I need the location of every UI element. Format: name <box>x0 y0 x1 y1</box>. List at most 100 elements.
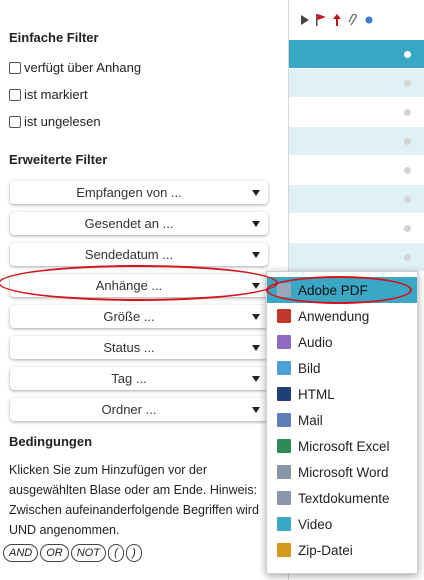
caret-down-icon <box>252 190 260 196</box>
table-row[interactable] <box>289 156 424 185</box>
read-status-dot-icon[interactable] <box>404 109 411 116</box>
pdf-document-icon <box>277 283 291 297</box>
table-row[interactable] <box>289 69 424 98</box>
read-status-dot-icon[interactable] <box>404 167 411 174</box>
operator-and-button[interactable]: AND <box>3 544 39 562</box>
table-row[interactable] <box>289 127 424 156</box>
video-icon <box>277 517 291 531</box>
advanced-filters-heading: Erweiterte Filter <box>9 152 108 167</box>
menu-item[interactable]: Microsoft Word <box>267 459 417 485</box>
html-code-icon <box>277 387 291 401</box>
attachment-type-menu: Adobe PDF Anwendung Audio Bild HTML Mail Micro… <box>266 271 418 574</box>
read-status-dot-icon[interactable] <box>404 80 411 87</box>
dropdown-tag[interactable]: Tag ... <box>10 367 268 390</box>
caret-down-icon <box>252 252 260 258</box>
table-row[interactable] <box>289 40 424 69</box>
caret-down-icon <box>252 345 260 351</box>
dropdown-label: Anhänge ... <box>95 278 163 293</box>
caret-down-icon <box>252 314 260 320</box>
menu-item-label: Microsoft Excel <box>298 438 390 454</box>
dropdown-status[interactable]: Status ... <box>10 336 268 359</box>
dropdown-label: Tag ... <box>111 371 147 386</box>
text-document-icon <box>277 491 291 505</box>
menu-item-label: Textdokumente <box>298 490 390 506</box>
dropdown-sent-to[interactable]: Gesendet an ... <box>10 212 268 235</box>
dropdown-label: Empfangen von ... <box>76 185 182 200</box>
table-row[interactable] <box>289 214 424 243</box>
dropdown-label: Status ... <box>103 340 155 355</box>
flag-icon[interactable] <box>316 14 326 26</box>
checkbox-label: ist markiert <box>24 87 88 102</box>
caret-down-icon <box>252 376 260 382</box>
menu-item[interactable]: HTML <box>267 381 417 407</box>
caret-down-icon <box>252 221 260 227</box>
operator-not-button[interactable]: NOT <box>70 544 106 562</box>
menu-item[interactable]: Video <box>267 511 417 537</box>
dropdown-attachments[interactable]: Anhänge ... <box>10 274 268 297</box>
application-gear-icon <box>277 309 291 323</box>
conditions-heading: Bedingungen <box>9 434 93 449</box>
checkbox-box[interactable] <box>9 88 21 101</box>
caret-down-icon <box>252 283 260 289</box>
priority-arrow-icon[interactable] <box>332 14 342 26</box>
read-status-dot-icon[interactable] <box>404 254 411 261</box>
audio-note-icon <box>277 335 291 349</box>
menu-item[interactable]: Textdokumente <box>267 485 417 511</box>
checkbox-box[interactable] <box>9 61 21 74</box>
image-icon <box>277 361 291 375</box>
expand-arrow-icon[interactable] <box>300 14 310 26</box>
checkbox-has-attachment[interactable]: verfügt über Anhang <box>9 60 141 75</box>
menu-item-label: HTML <box>298 386 335 402</box>
table-row[interactable] <box>289 98 424 127</box>
attachment-clip-icon[interactable] <box>348 14 358 26</box>
menu-item-label: Microsoft Word <box>298 464 389 480</box>
excel-sheet-icon <box>277 439 291 453</box>
mail-list-header <box>289 0 424 40</box>
mail-rows <box>289 40 424 301</box>
menu-item[interactable]: Bild <box>267 355 417 381</box>
menu-item[interactable]: Zip-Datei <box>267 537 417 563</box>
filter-panel: Einfache Filter verfügt über Anhang ist … <box>0 0 282 580</box>
caret-down-icon <box>252 407 260 413</box>
dropdown-label: Gesendet an ... <box>84 216 174 231</box>
read-status-dot-icon[interactable] <box>404 225 411 232</box>
dropdown-size[interactable]: Größe ... <box>10 305 268 328</box>
menu-item-label: Video <box>298 516 333 532</box>
dropdown-received-from[interactable]: Empfangen von ... <box>10 181 268 204</box>
read-status-dot-icon[interactable] <box>404 138 411 145</box>
zip-archive-icon <box>277 543 291 557</box>
menu-item-label: Zip-Datei <box>298 542 353 558</box>
dropdown-label: Sendedatum ... <box>84 247 174 262</box>
menu-item[interactable]: Microsoft Excel <box>267 433 417 459</box>
checkbox-is-flagged[interactable]: ist markiert <box>9 87 88 102</box>
read-status-dot-icon[interactable] <box>404 196 411 203</box>
dropdown-label: Ordner ... <box>101 402 157 417</box>
menu-item-label: Bild <box>298 360 321 376</box>
checkbox-label: verfügt über Anhang <box>24 60 142 75</box>
operator-or-button[interactable]: OR <box>40 544 69 562</box>
menu-item[interactable]: Adobe PDF <box>267 277 417 303</box>
close-paren-button[interactable]: ) <box>125 544 142 562</box>
open-paren-button[interactable]: ( <box>107 544 124 562</box>
checkbox-label: ist ungelesen <box>24 114 101 129</box>
dropdown-folder[interactable]: Ordner ... <box>10 398 268 421</box>
read-status-dot-icon[interactable] <box>364 14 374 26</box>
table-row[interactable] <box>289 243 424 272</box>
read-status-dot-icon[interactable] <box>404 51 411 58</box>
menu-item[interactable]: Anwendung <box>267 303 417 329</box>
menu-item[interactable]: Audio <box>267 329 417 355</box>
simple-filters-heading: Einfache Filter <box>9 30 99 45</box>
dropdown-label: Größe ... <box>103 309 155 324</box>
checkbox-box[interactable] <box>9 115 21 128</box>
menu-item-label: Adobe PDF <box>298 282 368 298</box>
checkbox-is-unread[interactable]: ist ungelesen <box>9 114 101 129</box>
word-document-icon <box>277 465 291 479</box>
menu-item-label: Audio <box>298 334 333 350</box>
menu-item-label: Anwendung <box>298 308 370 324</box>
menu-item[interactable]: Mail <box>267 407 417 433</box>
menu-item-label: Mail <box>298 412 323 428</box>
operator-bar: AND OR NOT ( ) <box>3 544 142 562</box>
table-row[interactable] <box>289 185 424 214</box>
conditions-hint: Klicken Sie zum Hinzufügen vor der ausge… <box>9 463 259 537</box>
dropdown-send-date[interactable]: Sendedatum ... <box>10 243 268 266</box>
